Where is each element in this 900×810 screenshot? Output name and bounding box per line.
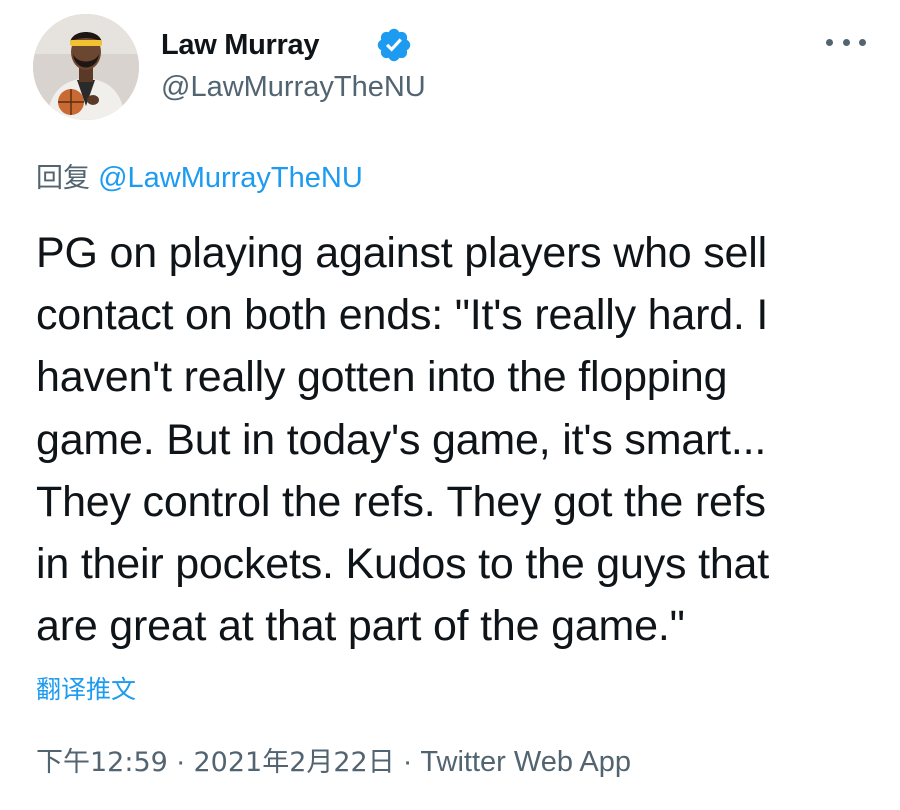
profile-photo xyxy=(33,14,139,120)
tweet-date[interactable]: 2021年2月22日 xyxy=(193,747,394,778)
dot xyxy=(859,38,866,46)
author-avatar[interactable] xyxy=(33,14,139,120)
reply-context: 回复 @LawMurrayTheNU xyxy=(36,160,363,197)
reply-prefix: 回复 xyxy=(36,163,90,194)
verified-badge-icon xyxy=(375,26,413,64)
reply-mention-link[interactable]: @LawMurrayTheNU xyxy=(98,162,363,194)
dot xyxy=(842,38,850,46)
dot xyxy=(826,38,833,46)
author-display-name[interactable]: Law Murray xyxy=(161,27,319,63)
tweet-metadata: 下午12:59 · 2021年2月22日 · Twitter Web App xyxy=(36,742,631,783)
tweet-time[interactable]: 下午12:59 xyxy=(36,747,168,778)
author-name-row: Law Murray xyxy=(161,26,413,64)
tweet-source[interactable]: Twitter Web App xyxy=(420,746,631,778)
tweet-card: Law Murray @LawMurrayTheNU 回复 @LawMurray… xyxy=(0,0,900,810)
more-options-icon[interactable] xyxy=(826,30,866,54)
translate-tweet-link[interactable]: 翻译推文 xyxy=(36,672,136,708)
author-handle[interactable]: @LawMurrayTheNU xyxy=(161,69,426,105)
separator: · xyxy=(175,746,186,778)
tweet-text: PG on playing against players who sell c… xyxy=(36,229,769,651)
separator: · xyxy=(402,746,413,778)
